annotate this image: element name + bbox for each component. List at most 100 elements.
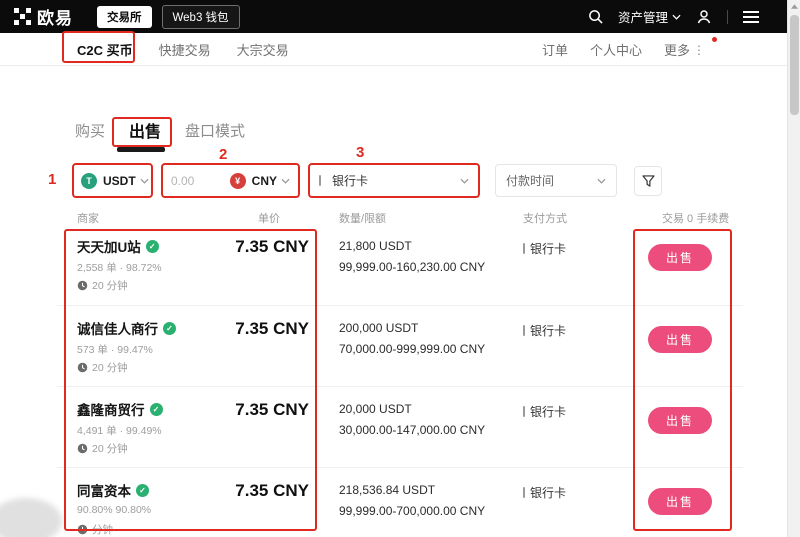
- merchant-name-text: 同富资本: [77, 480, 131, 500]
- tab-buy[interactable]: 购买: [75, 120, 105, 141]
- available-amount: 21,800 USDT: [339, 239, 412, 253]
- unit-price: 7.35 CNY: [197, 237, 309, 257]
- coin-select-dropdown[interactable]: T USDT: [72, 163, 153, 198]
- tab-sell[interactable]: 出售: [129, 118, 161, 142]
- verified-badge-icon: ✓: [163, 322, 176, 335]
- tab-web3-wallet[interactable]: Web3 钱包: [162, 5, 240, 29]
- payment-method-dropdown[interactable]: 银行卡: [308, 163, 480, 198]
- table-row: 同富资本 ✓ 90.80% 90.80% 分钟 7.35 CNY 218,536…: [57, 467, 743, 537]
- merchant-stats: 90.80% 90.80%: [77, 504, 151, 516]
- sell-button[interactable]: 出售: [648, 326, 712, 353]
- payment-method-text: 银行卡: [530, 240, 566, 257]
- table-row: 鑫隆商贸行 ✓ 4,491 单 · 99.49% 20 分钟 7.35 CNY …: [57, 386, 743, 467]
- chevron-down-icon: [140, 178, 149, 184]
- payment-bar-icon: [523, 243, 525, 254]
- payment-method-text: 银行卡: [530, 484, 566, 501]
- payment-bar-icon: [523, 406, 525, 417]
- release-time-text: 分钟: [92, 522, 113, 537]
- scrollbar-thumb[interactable]: [790, 15, 799, 115]
- asset-management-menu[interactable]: 资产管理: [618, 7, 681, 26]
- order-limit: 70,000.00-999,999.00 CNY: [339, 342, 485, 356]
- verified-badge-icon: ✓: [146, 240, 159, 253]
- payment-method: 银行卡: [523, 322, 566, 339]
- merchant-time: 分钟: [77, 522, 113, 537]
- available-amount: 218,536.84 USDT: [339, 483, 435, 497]
- nav-item-c2c[interactable]: C2C 买币: [77, 40, 133, 59]
- merchant-stats: 573 单 · 99.47%: [77, 342, 153, 357]
- sell-button[interactable]: 出售: [648, 244, 712, 271]
- topbar-divider: [727, 10, 728, 24]
- payment-method: 银行卡: [523, 240, 566, 257]
- more-label: 更多: [664, 40, 690, 59]
- merchant-stats: 4,491 单 · 99.49%: [77, 423, 162, 438]
- payment-time-dropdown[interactable]: 付款时间: [495, 164, 617, 197]
- merchant-name-text: 鑫隆商贸行: [77, 399, 145, 419]
- secondary-nav: C2C 买币 快捷交易 大宗交易 订单 个人中心 更多 ⋮: [0, 33, 787, 66]
- chevron-down-icon: [672, 14, 681, 20]
- fiat-select-value: CNY: [252, 174, 277, 188]
- chevron-down-icon: [460, 178, 469, 184]
- payment-time-value: 付款时间: [506, 172, 554, 189]
- nav-item-express-trade[interactable]: 快捷交易: [159, 40, 211, 59]
- logo-text: 欧易: [37, 4, 73, 29]
- table-row: 天天加U站 ✓ 2,558 单 · 98.72% 20 分钟 7.35 CNY …: [57, 224, 743, 305]
- release-time-text: 20 分钟: [92, 360, 128, 375]
- merchant-time: 20 分钟: [77, 441, 128, 456]
- available-amount: 200,000 USDT: [339, 321, 418, 335]
- merchant-stats: 2,558 单 · 98.72%: [77, 260, 162, 275]
- merchant-name[interactable]: 同富资本 ✓: [77, 480, 149, 500]
- order-limit: 99,999.00-160,230.00 CNY: [339, 260, 485, 274]
- merchant-name-text: 天天加U站: [77, 236, 141, 256]
- sell-button[interactable]: 出售: [648, 407, 712, 434]
- payment-method-text: 银行卡: [530, 322, 566, 339]
- user-icon[interactable]: [696, 9, 712, 25]
- okx-c2c-sell-page: 欧易 交易所 Web3 钱包 资产管理: [0, 0, 800, 537]
- unit-price: 7.35 CNY: [197, 400, 309, 420]
- trade-tabs: 购买 出售 盘口模式: [75, 118, 245, 142]
- table-row: 诚信佳人商行 ✓ 573 单 · 99.47% 20 分钟 7.35 CNY 2…: [57, 305, 743, 386]
- okx-logo[interactable]: 欧易: [14, 4, 73, 29]
- watermark-smudge: [0, 498, 62, 537]
- tether-coin-icon: T: [81, 173, 97, 189]
- unit-price: 7.35 CNY: [197, 319, 309, 339]
- merchant-name[interactable]: 天天加U站 ✓: [77, 236, 159, 256]
- annotation-number-3: 3: [356, 144, 364, 161]
- clock-icon: [77, 443, 88, 454]
- merchant-name[interactable]: 诚信佳人商行 ✓: [77, 318, 176, 338]
- release-time-text: 20 分钟: [92, 278, 128, 293]
- hamburger-menu-icon[interactable]: [743, 11, 759, 23]
- merchant-name[interactable]: 鑫隆商贸行 ✓: [77, 399, 163, 419]
- payment-bar-icon: [523, 487, 525, 498]
- nav-item-profile[interactable]: 个人中心: [590, 40, 642, 59]
- clock-icon: [77, 524, 88, 535]
- merchant-name-text: 诚信佳人商行: [77, 318, 158, 338]
- scrollbar[interactable]: [787, 0, 800, 537]
- nav-item-orders[interactable]: 订单: [542, 40, 568, 59]
- payment-method: 银行卡: [523, 403, 566, 420]
- verified-badge-icon: ✓: [136, 484, 149, 497]
- topbar-actions: 资产管理: [588, 0, 759, 33]
- order-limit: 30,000.00-147,000.00 CNY: [339, 423, 485, 437]
- payment-method: 银行卡: [523, 484, 566, 501]
- funnel-filter-icon: [642, 175, 655, 187]
- tab-exchange[interactable]: 交易所: [97, 6, 152, 28]
- nav-item-block-trade[interactable]: 大宗交易: [237, 40, 289, 59]
- amount-input[interactable]: [171, 174, 229, 188]
- scrollbar-up-arrow[interactable]: [788, 0, 800, 13]
- available-amount: 20,000 USDT: [339, 402, 412, 416]
- tab-orderbook-mode[interactable]: 盘口模式: [185, 120, 245, 141]
- coin-select-value: USDT: [103, 174, 136, 188]
- chevron-down-icon: [597, 178, 606, 184]
- sell-button[interactable]: 出售: [648, 488, 712, 515]
- clock-icon: [77, 280, 88, 291]
- payment-bar-icon: [319, 175, 321, 186]
- annotation-number-1: 1: [48, 171, 56, 188]
- payment-method-text: 银行卡: [530, 403, 566, 420]
- secondary-nav-left: C2C 买币 快捷交易 大宗交易: [77, 33, 289, 66]
- more-dots-icon: ⋮: [693, 43, 705, 57]
- payment-method-value: 银行卡: [332, 172, 368, 189]
- search-icon[interactable]: [588, 9, 603, 24]
- release-time-text: 20 分钟: [92, 441, 128, 456]
- nav-item-more[interactable]: 更多 ⋮: [664, 40, 705, 59]
- filter-button[interactable]: [634, 166, 662, 196]
